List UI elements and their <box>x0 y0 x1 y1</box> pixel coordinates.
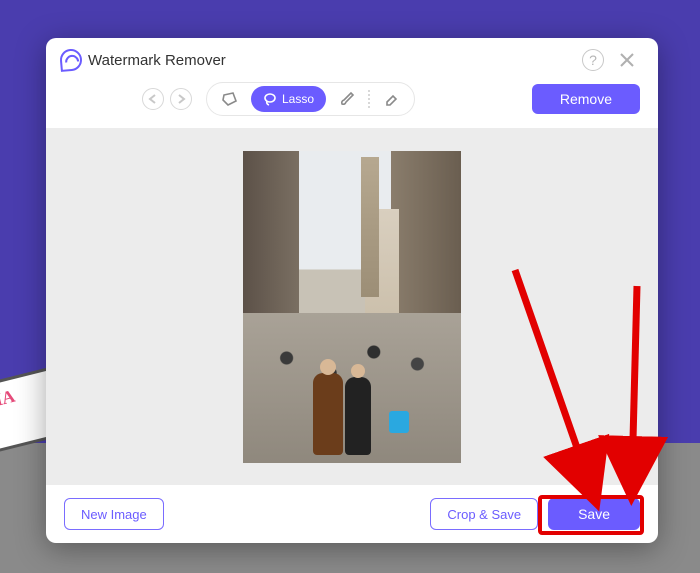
toolbar: Lasso Remove <box>46 82 658 128</box>
eraser-tool-icon[interactable] <box>378 86 404 112</box>
lasso-tool-label: Lasso <box>282 92 314 106</box>
selection-tools: Lasso <box>206 82 415 116</box>
modal-title: Watermark Remover <box>88 52 226 69</box>
crop-and-save-button[interactable]: Crop & Save <box>430 498 538 530</box>
watermark-remover-modal: Watermark Remover ? Lasso <box>46 38 658 543</box>
history-controls <box>142 88 192 110</box>
new-image-button[interactable]: New Image <box>64 498 164 530</box>
polygon-tool-icon[interactable] <box>217 86 243 112</box>
lasso-tool-button[interactable]: Lasso <box>251 86 326 112</box>
undo-icon[interactable] <box>142 88 164 110</box>
modal-header: Watermark Remover ? <box>46 38 658 82</box>
image-canvas[interactable] <box>46 128 658 485</box>
close-icon[interactable] <box>614 47 640 73</box>
help-icon[interactable]: ? <box>582 49 604 71</box>
remove-button[interactable]: Remove <box>532 84 640 114</box>
redo-icon[interactable] <box>170 88 192 110</box>
modal-footer: New Image Crop & Save Save <box>46 485 658 543</box>
edited-image <box>243 151 461 463</box>
app-logo-icon <box>59 48 83 72</box>
save-button[interactable]: Save <box>548 498 640 530</box>
toolbar-separator <box>368 90 370 108</box>
brush-tool-icon[interactable] <box>334 86 360 112</box>
